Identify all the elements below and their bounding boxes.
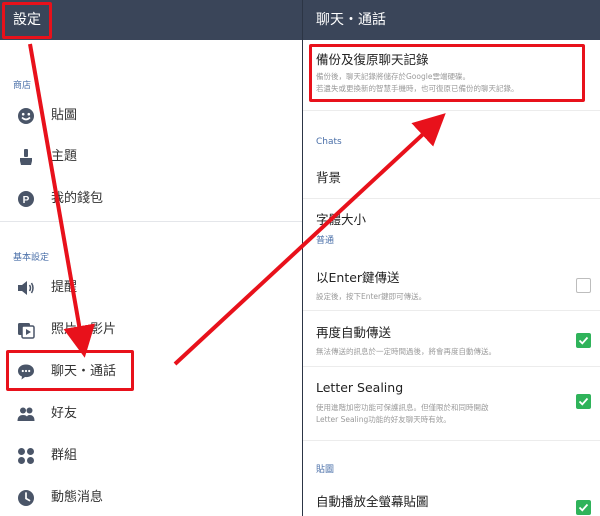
highlight-backup-restore [309, 44, 585, 102]
section-label-store: 商店 [13, 81, 32, 91]
enter-send-setting[interactable]: 以Enter鍵傳送 設定後，按下Enter鍵即可傳送。 [303, 260, 600, 306]
right-header: 聊天・通話 [303, 0, 600, 40]
chat-settings-panel: 備份及復原聊天記錄 備份後，聊天記錄將儲存於Google雲端硬碟。 若遺失或更換… [303, 40, 600, 516]
check-icon [578, 503, 589, 512]
sidebar-item-groups[interactable]: 群組 [0, 436, 302, 476]
letter-sealing-checkbox[interactable] [576, 394, 591, 409]
sidebar-item-label: 提醒 [51, 280, 78, 295]
letter-sealing-setting[interactable]: Letter Sealing 使用進階加密功能可保護訊息。但僅限於和同時開啟 L… [303, 372, 600, 434]
sidebar-item-label: 主題 [51, 149, 78, 164]
highlight-settings-title [2, 2, 52, 39]
speaker-icon [16, 278, 36, 298]
auto-resend-desc: 無法傳送的訊息於一定時間過後，將會再度自動傳送。 [316, 347, 496, 356]
brush-icon [16, 147, 36, 167]
sidebar-item-label: 動態消息 [51, 490, 104, 505]
sidebar-item-notifications[interactable]: 提醒 [0, 268, 302, 308]
clock-icon [16, 488, 36, 508]
enter-send-desc: 設定後，按下Enter鍵即可傳送。 [316, 292, 427, 301]
highlight-chat-call-item [6, 350, 134, 391]
sidebar-item-label: 我的錢包 [51, 191, 104, 206]
section-label-stickers: 貼圖 [316, 465, 335, 475]
check-icon [578, 397, 589, 406]
divider [303, 110, 600, 111]
autoplay-sticker-checkbox[interactable] [576, 500, 591, 515]
chat-call-title: 聊天・通話 [316, 12, 386, 28]
section-label-chats: Chats [316, 137, 342, 147]
divider [303, 310, 600, 311]
sidebar-item-wallet[interactable]: P 我的錢包 [0, 179, 302, 219]
p-coin-icon: P [16, 189, 36, 209]
autoplay-sticker-setting[interactable]: 自動播放全螢幕貼圖 [303, 486, 600, 516]
sidebar-item-label: 群組 [51, 448, 78, 463]
groups-icon [16, 446, 36, 466]
auto-resend-checkbox[interactable] [576, 333, 591, 348]
font-size-setting[interactable]: 字體大小 [303, 202, 600, 236]
sidebar-item-label: 貼圖 [51, 108, 78, 123]
divider [0, 221, 302, 222]
background-title: 背景 [316, 170, 342, 185]
letter-sealing-desc-1: 使用進階加密功能可保護訊息。但僅限於和同時開啟 [316, 403, 489, 412]
photo-video-icon [16, 320, 36, 340]
font-size-title: 字體大小 [316, 212, 367, 227]
divider [303, 440, 600, 441]
sidebar-item-label: 照片・影片 [51, 322, 117, 337]
check-icon [578, 336, 589, 345]
section-label-basic-settings: 基本設定 [13, 253, 50, 263]
svg-text:P: P [23, 195, 30, 206]
autoplay-sticker-title: 自動播放全螢幕貼圖 [316, 494, 429, 509]
auto-resend-title: 再度自動傳送 [316, 325, 392, 340]
sidebar-item-friends[interactable]: 好友 [0, 394, 302, 434]
auto-resend-setting[interactable]: 再度自動傳送 無法傳送的訊息於一定時間過後，將會再度自動傳送。 [303, 316, 600, 362]
enter-send-title: 以Enter鍵傳送 [316, 270, 400, 285]
section-label-general: 普通 [316, 236, 335, 246]
letter-sealing-desc-2: Letter Sealing功能的好友聊天時有效。 [316, 415, 451, 424]
sidebar-item-photos-videos[interactable]: 照片・影片 [0, 310, 302, 350]
settings-sidebar: 商店 貼圖 主題 P 我的錢包 基本設定 提醒 照片・影片 聊天・通話 好友 群… [0, 40, 302, 516]
background-setting[interactable]: 背景 [303, 158, 600, 198]
divider [303, 366, 600, 367]
smiley-icon [16, 106, 36, 126]
sidebar-item-label: 好友 [51, 406, 78, 421]
sidebar-item-stickers[interactable]: 貼圖 [0, 96, 302, 136]
sidebar-item-timeline[interactable]: 動態消息 [0, 478, 302, 516]
friends-icon [16, 404, 36, 424]
sidebar-item-themes[interactable]: 主題 [0, 137, 302, 177]
letter-sealing-title: Letter Sealing [316, 380, 404, 395]
divider [303, 198, 600, 199]
enter-send-checkbox[interactable] [576, 278, 591, 293]
